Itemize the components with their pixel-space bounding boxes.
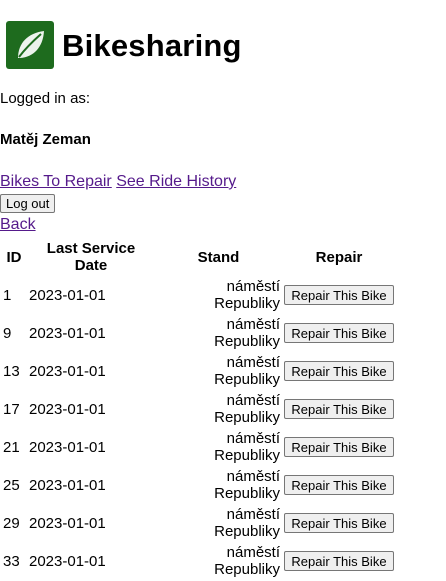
logged-in-label: Logged in as:	[0, 90, 91, 107]
ride-history-link[interactable]: See Ride History	[116, 173, 236, 190]
bike-id: 17	[3, 400, 20, 418]
repair-bike-button[interactable]: Repair This Bike	[284, 285, 394, 305]
bike-id: 9	[3, 324, 12, 342]
stand-name: náměstí Republiky	[214, 506, 280, 540]
table-header-row: ID Last Service Date Stand Repair	[2, 239, 395, 275]
repair-bike-button[interactable]: Repair This Bike	[284, 361, 394, 381]
bike-id: 25	[3, 476, 20, 494]
stand-name: náměstí Republiky	[214, 544, 280, 578]
table-row: 21 2023-01-01 náměstí Republiky Repair T…	[2, 429, 395, 465]
bike-id: 29	[3, 514, 20, 532]
repair-bike-button[interactable]: Repair This Bike	[284, 475, 394, 495]
stand-name: náměstí Republiky	[214, 354, 280, 388]
header-last-service-date: Last Service Date	[46, 240, 136, 274]
repair-bike-button[interactable]: Repair This Bike	[284, 437, 394, 457]
table-row: 13 2023-01-01 náměstí Republiky Repair T…	[2, 353, 395, 389]
app-title: Bikesharing	[62, 27, 242, 63]
bikes-table: ID Last Service Date Stand Repair 1 2023…	[0, 237, 397, 581]
last-service-date: 2023-01-01	[29, 476, 106, 494]
last-service-date: 2023-01-01	[29, 400, 106, 418]
last-service-date: 2023-01-01	[29, 324, 106, 342]
bike-id: 21	[3, 438, 20, 456]
bike-id: 13	[3, 362, 20, 380]
stand-name: náměstí Republiky	[214, 278, 280, 312]
repair-bike-button[interactable]: Repair This Bike	[284, 551, 394, 571]
bikes-to-repair-link[interactable]: Bikes To Repair	[0, 173, 112, 190]
repair-bike-button[interactable]: Repair This Bike	[284, 513, 394, 533]
table-row: 29 2023-01-01 náměstí Republiky Repair T…	[2, 505, 395, 541]
stand-name: náměstí Republiky	[214, 430, 280, 464]
header-repair: Repair	[315, 248, 363, 266]
table-row: 25 2023-01-01 náměstí Republiky Repair T…	[2, 467, 395, 503]
bike-id: 1	[3, 286, 12, 304]
table-row: 17 2023-01-01 náměstí Republiky Repair T…	[2, 391, 395, 427]
table-row: 9 2023-01-01 náměstí Republiky Repair Th…	[2, 315, 395, 351]
user-name: Matěj Zeman	[0, 131, 91, 148]
repair-bike-button[interactable]: Repair This Bike	[284, 323, 394, 343]
last-service-date: 2023-01-01	[29, 552, 106, 570]
leaf-icon	[6, 21, 54, 69]
repair-bike-button[interactable]: Repair This Bike	[284, 399, 394, 419]
last-service-date: 2023-01-01	[29, 286, 106, 304]
nav-links: Bikes To Repair See Ride History	[0, 173, 236, 191]
last-service-date: 2023-01-01	[29, 362, 106, 380]
bike-id: 33	[3, 552, 20, 570]
last-service-date: 2023-01-01	[29, 514, 106, 532]
stand-name: náměstí Republiky	[214, 316, 280, 350]
app-header: Bikesharing	[6, 20, 242, 70]
table-row: 33 2023-01-01 náměstí Republiky Repair T…	[2, 543, 395, 579]
header-stand: Stand	[197, 248, 240, 266]
header-id: ID	[6, 248, 22, 266]
table-row: 1 2023-01-01 náměstí Republiky Repair Th…	[2, 277, 395, 313]
back-link[interactable]: Back	[0, 216, 36, 234]
stand-name: náměstí Republiky	[214, 392, 280, 426]
logout-button[interactable]: Log out	[0, 194, 56, 213]
stand-name: náměstí Republiky	[214, 468, 280, 502]
last-service-date: 2023-01-01	[29, 438, 106, 456]
